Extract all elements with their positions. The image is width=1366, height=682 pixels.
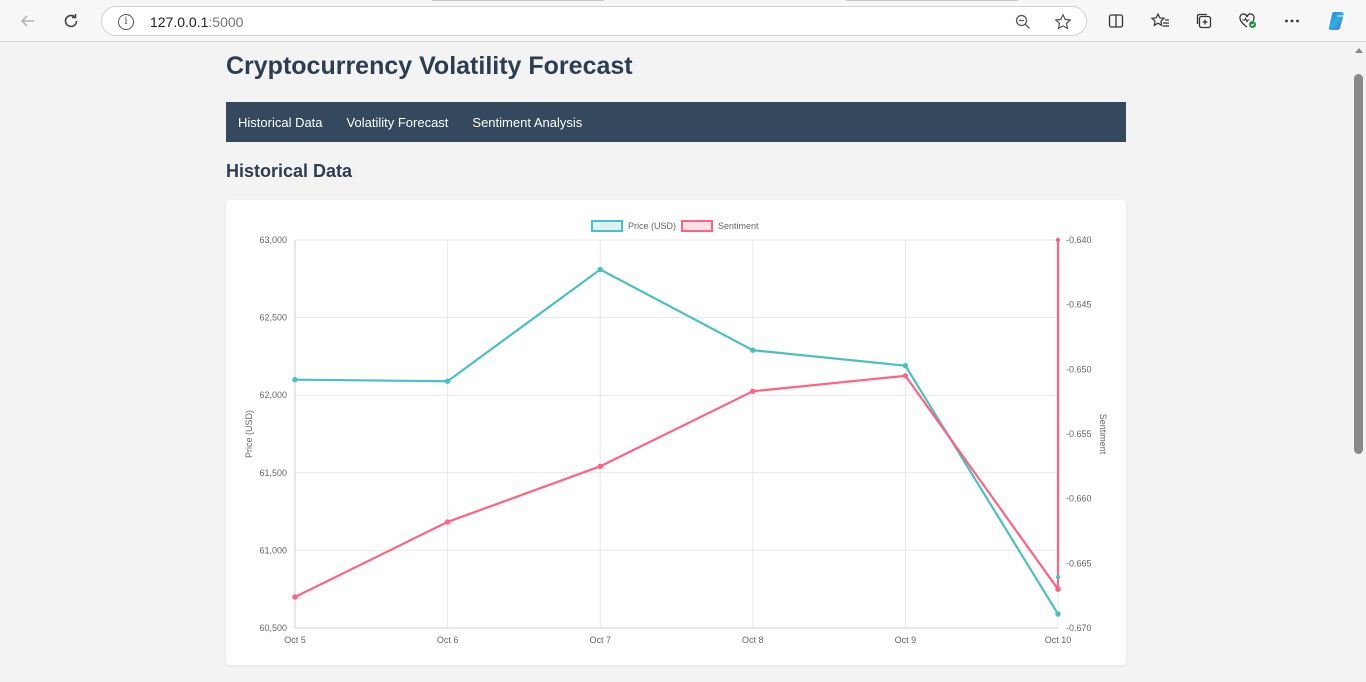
y2-tick-label: -0.655 [1066,429,1092,439]
data-point-price-usd [750,347,756,353]
section-title: Historical Data [226,161,353,181]
nav-link-historical-data[interactable]: Historical Data [238,115,323,130]
y-tick-label: 60,500 [259,623,287,633]
address-bar[interactable]: i 127.0.0.1:5000 [101,6,1087,36]
tab-divider [846,0,1018,1]
data-point-sentiment [902,373,909,379]
nav-link-sentiment-analysis[interactable]: Sentiment Analysis [472,115,582,130]
favorite-star-icon[interactable] [1052,11,1074,33]
main-navbar: Historical Data Volatility Forecast Sent… [226,102,1126,142]
y-tick-label: 61,000 [259,545,287,555]
url-text[interactable]: 127.0.0.1:5000 [150,14,243,30]
y2-tick-label: -0.650 [1066,364,1092,374]
y2-tick-label: -0.660 [1066,494,1092,504]
url-host: 127.0.0.1 [150,14,209,30]
y-tick-label: 61,500 [259,468,287,478]
x-tick-label: Oct 6 [437,635,459,645]
page-scrollbar[interactable] [1351,42,1366,682]
page-title: Cryptocurrency Volatility Forecast [226,52,633,80]
scroll-thumb[interactable] [1354,74,1363,454]
favorites-icon[interactable] [1148,9,1172,33]
split-screen-icon[interactable] [1104,9,1128,33]
tab-divider [432,0,604,1]
y-tick-label: 62,000 [259,390,287,400]
more-menu-icon[interactable] [1280,9,1304,33]
nav-link-volatility-forecast[interactable]: Volatility Forecast [347,115,449,130]
y-tick-label: 63,000 [259,235,287,245]
y2-axis-title: Sentiment [1098,414,1108,455]
back-icon[interactable] [15,8,41,34]
data-point-price-usd [444,378,451,384]
series-line-price-usd [294,268,1059,615]
url-port: :5000 [208,14,244,30]
x-tick-label: Oct 9 [895,635,917,645]
y-axis-title: Price (USD) [244,410,254,458]
x-tick-label: Oct 5 [284,635,306,645]
legend-label-price-usd: Price (USD) [628,221,676,231]
series-line-sentiment [294,374,1059,598]
data-point-price-usd [1055,574,1061,580]
y2-tick-label: -0.670 [1066,623,1092,633]
reload-icon[interactable] [58,8,84,34]
line-chart: 60,500 61,000 61,500 62,000 62,500 63,000 -0.6… [244,220,1108,645]
collections-icon[interactable] [1192,9,1216,33]
y-tick-label: 62,500 [259,313,287,323]
browser-essentials-icon[interactable] [1236,9,1260,33]
y2-tick-label: -0.645 [1066,300,1092,310]
browser-toolbar: i 127.0.0.1:5000 [0,0,1366,42]
x-tick-label: Oct 8 [742,635,764,645]
legend-swatch-sentiment [681,220,713,232]
data-point-sentiment [1055,237,1061,243]
data-point-price-usd [1055,611,1061,617]
data-point-sentiment [292,594,298,600]
chart-card: 60,500 61,000 61,500 62,000 62,500 63,000 -0.6… [226,200,1126,665]
x-tick-label: Oct 7 [589,635,611,645]
site-info-icon[interactable]: i [118,14,134,30]
data-point-sentiment [750,388,756,395]
data-point-price-usd [292,376,298,383]
legend-label-sentiment: Sentiment [718,221,759,231]
data-point-price-usd [902,363,909,369]
data-point-price-usd [597,266,603,273]
x-tick-label: Oct 10 [1045,635,1072,645]
scroll-up-arrow-icon[interactable] [1355,48,1363,53]
zoom-out-icon[interactable] [1012,11,1034,33]
y2-tick-label: -0.640 [1066,235,1092,245]
copilot-icon[interactable] [1326,9,1350,33]
legend-swatch-price-usd [591,220,623,232]
data-point-sentiment [597,463,603,470]
y2-tick-label: -0.665 [1066,558,1092,568]
data-point-sentiment [444,519,451,525]
